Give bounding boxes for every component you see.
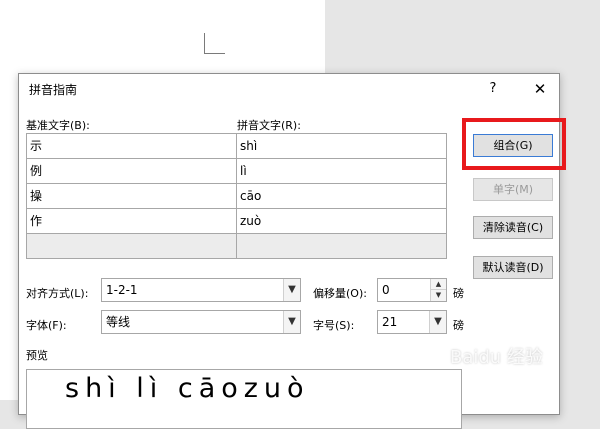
dialog-title: 拼音指南: [29, 83, 78, 97]
offset-spin-control[interactable]: ▲ ▼: [430, 279, 446, 301]
highlight-annotation: [462, 118, 566, 170]
alignment-value: 1-2-1: [106, 283, 138, 297]
alignment-select[interactable]: 1-2-1 ▼: [101, 278, 301, 302]
font-size-value: 21: [382, 315, 398, 329]
chevron-down-icon[interactable]: ▼: [283, 279, 300, 301]
base-text-field[interactable]: 示: [27, 134, 237, 159]
chevron-down-icon[interactable]: ▼: [429, 311, 446, 333]
offset-value: 0: [382, 283, 390, 297]
pinyin-text-field[interactable]: shì: [237, 134, 447, 159]
font-value: 等线: [106, 315, 131, 329]
phonetic-grid: 示 shì 例 lì 操 cāo 作 zuò: [26, 133, 447, 259]
font-size-label: 字号(S):: [313, 319, 355, 332]
preview-label: 预览: [26, 349, 48, 362]
alignment-label: 对齐方式(L):: [26, 287, 89, 300]
base-text-field[interactable]: 作: [27, 209, 237, 234]
pinyin-text-header: 拼音文字(R):: [237, 119, 301, 132]
clear-reading-button[interactable]: 清除读音(C): [473, 216, 553, 239]
chevron-down-icon[interactable]: ▼: [283, 311, 300, 333]
font-size-unit: 磅: [453, 319, 464, 332]
offset-unit: 磅: [453, 287, 464, 300]
spin-down-icon[interactable]: ▼: [431, 290, 446, 301]
default-reading-button[interactable]: 默认读音(D): [473, 256, 553, 279]
preview-panel: shì lì cāozuò: [26, 369, 462, 429]
base-text-field[interactable]: 操: [27, 184, 237, 209]
offset-stepper[interactable]: 0 ▲ ▼: [377, 278, 447, 302]
base-text-field-disabled: [27, 234, 237, 259]
pinyin-text-field-disabled: [237, 234, 447, 259]
grid-row: 例 lì: [27, 159, 447, 184]
grid-row: 作 zuò: [27, 209, 447, 234]
offset-label: 偏移量(O):: [313, 287, 367, 300]
grid-row: 示 shì: [27, 134, 447, 159]
pinyin-text-field[interactable]: cāo: [237, 184, 447, 209]
preview-text: shì lì cāozuò: [65, 373, 310, 404]
grid-row: [27, 234, 447, 259]
single-char-button: 单字(M): [473, 178, 553, 201]
grid-row: 操 cāo: [27, 184, 447, 209]
help-button[interactable]: ?: [483, 79, 503, 99]
font-size-select[interactable]: 21 ▼: [377, 310, 447, 334]
base-text-field[interactable]: 例: [27, 159, 237, 184]
spin-up-icon[interactable]: ▲: [431, 279, 446, 290]
pinyin-text-field[interactable]: lì: [237, 159, 447, 184]
watermark-logo: Baidu 经验: [450, 347, 543, 368]
pinyin-text-field[interactable]: zuò: [237, 209, 447, 234]
base-text-header: 基准文字(B):: [26, 119, 90, 132]
close-button[interactable]: ✕: [529, 79, 551, 99]
font-select[interactable]: 等线 ▼: [101, 310, 301, 334]
font-label: 字体(F):: [26, 319, 67, 332]
text-cursor-mark: [204, 33, 225, 54]
